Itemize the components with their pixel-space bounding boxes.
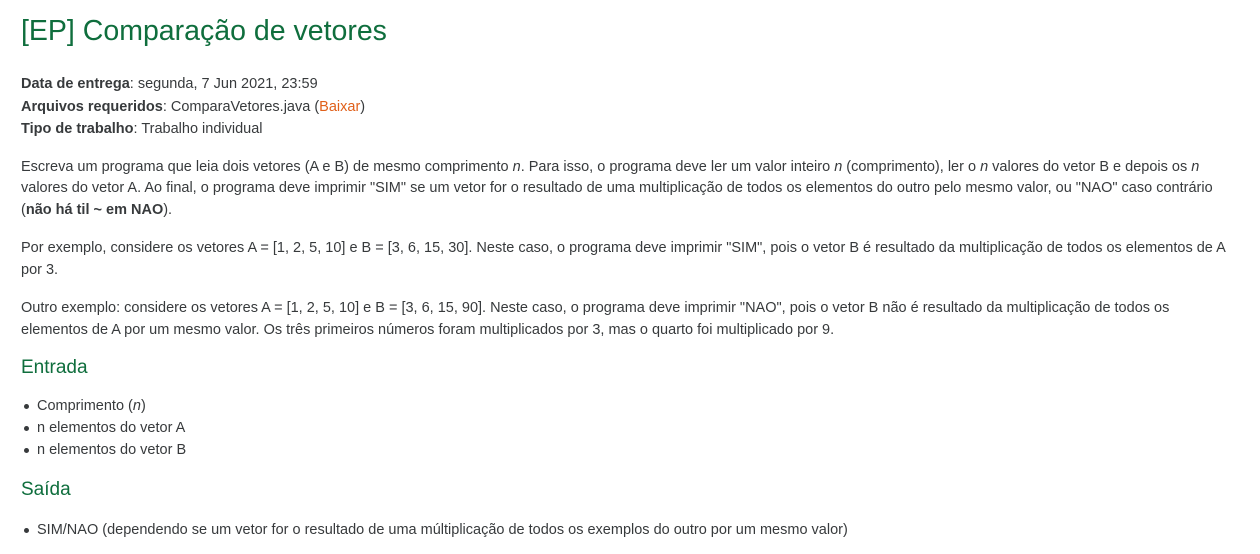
- due-date-value: : segunda, 7 Jun 2021, 23:59: [129, 76, 318, 92]
- download-link[interactable]: Baixar: [319, 99, 360, 115]
- variable-n: n: [980, 158, 989, 175]
- due-date-label: Data de entrega: [21, 76, 130, 92]
- variable-n: n: [1191, 158, 1200, 175]
- list-item: n elementos do vetor B: [24, 439, 1238, 461]
- assignment-meta: Data de entrega: segunda, 7 Jun 2021, 23…: [21, 73, 1238, 141]
- text-segment: Escreva um programa que leia dois vetore…: [21, 158, 513, 175]
- list-item: Comprimento (n): [24, 395, 1238, 417]
- work-type-label: Tipo de trabalho: [21, 121, 134, 137]
- work-type-row: Tipo de trabalho: Trabalho individual: [21, 118, 1238, 141]
- text-segment: Comprimento (: [37, 398, 133, 414]
- text-segment: valores do vetor B e depois os: [988, 158, 1192, 175]
- required-files-label: Arquivos requeridos: [21, 98, 163, 115]
- text-segment: ): [140, 398, 146, 414]
- text-segment: ).: [163, 201, 173, 218]
- due-date-row: Data de entrega: segunda, 7 Jun 2021, 23…: [21, 73, 1238, 96]
- required-files-row: Arquivos requeridos: ComparaVetores.java…: [21, 96, 1238, 119]
- text-segment: valores do vetor A. Ao final, o programa…: [21, 180, 1213, 218]
- entrada-heading: Entrada: [21, 357, 88, 378]
- text-segment: (comprimento), ler o: [842, 158, 981, 175]
- work-type-value: : Trabalho individual: [133, 121, 263, 137]
- text-segment: . Para isso, o programa deve ler um valo…: [520, 158, 835, 175]
- bold-note: não há til ~ em NAO: [25, 201, 164, 218]
- required-files-value: : ComparaVetores.java (: [162, 98, 320, 115]
- description-paragraph: Escreva um programa que leia dois vetore…: [21, 157, 1238, 222]
- saida-heading: Saída: [21, 479, 71, 500]
- entrada-list: Comprimento (n) n elementos do vetor A n…: [21, 395, 1238, 461]
- list-item: n elementos do vetor A: [24, 417, 1238, 439]
- example-paragraph-2: Outro exemplo: considere os vetores A = …: [21, 300, 1170, 338]
- saida-list: SIM/NAO (dependendo se um vetor for o re…: [21, 519, 1238, 541]
- variable-n: n: [512, 158, 521, 175]
- list-item: SIM/NAO (dependendo se um vetor for o re…: [24, 519, 1238, 541]
- required-files-close: ): [360, 98, 366, 115]
- assignment-page: [EP] Comparação de vetores Data de entre…: [0, 0, 1260, 541]
- variable-n: n: [132, 398, 141, 414]
- example-paragraph-1: Por exemplo, considere os vetores A = [1…: [21, 240, 1225, 278]
- page-title: [EP] Comparação de vetores: [21, 15, 387, 47]
